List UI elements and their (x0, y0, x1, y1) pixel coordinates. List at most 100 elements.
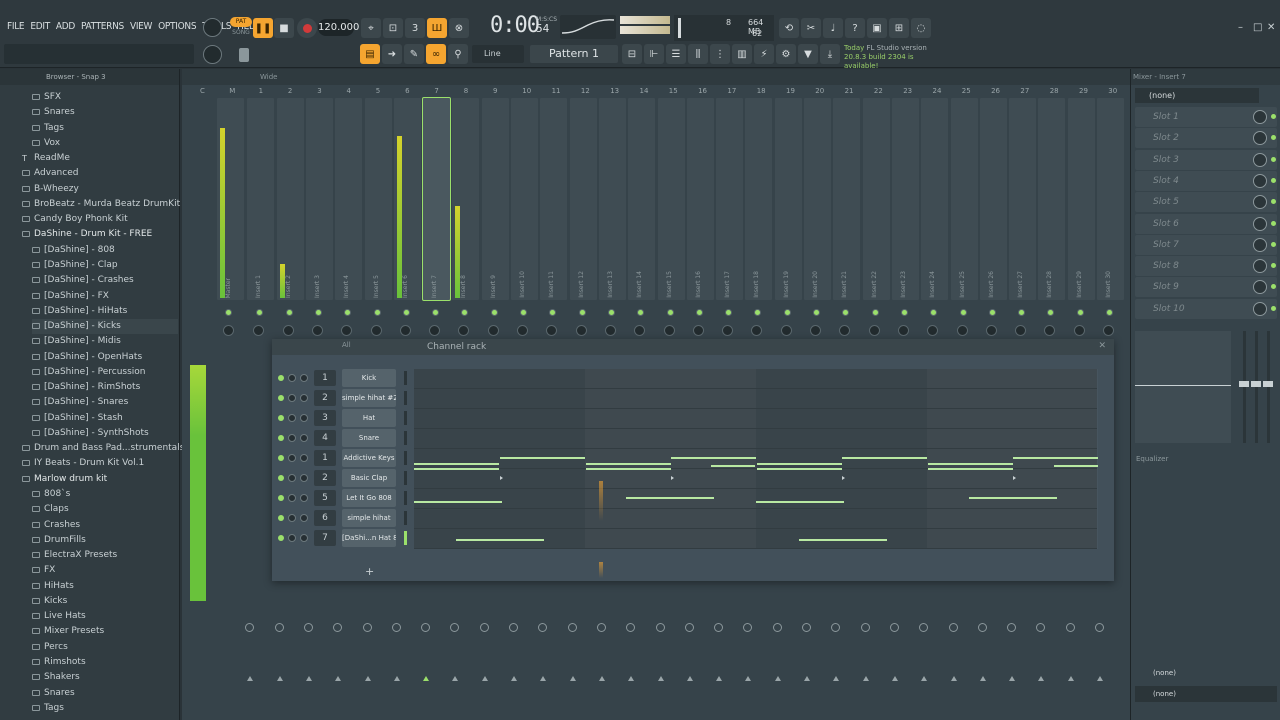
output-select-1[interactable]: (none) (1153, 669, 1176, 677)
note[interactable] (626, 497, 714, 499)
note[interactable] (928, 468, 1013, 470)
send-knob[interactable] (274, 623, 284, 632)
slot-mix-knob[interactable] (1253, 152, 1267, 167)
pan-knob[interactable] (461, 309, 469, 316)
channel-name-button[interactable]: simple hihat (342, 509, 396, 527)
mixer-strip[interactable]: Insert 19 (774, 98, 802, 300)
pan-knob[interactable] (549, 309, 557, 316)
browser-item[interactable]: T ReadMe (22, 151, 178, 166)
mixer-strip[interactable]: Insert 18 (745, 98, 773, 300)
pat-mode[interactable]: PAT (230, 17, 252, 27)
pan-knob[interactable] (578, 309, 586, 316)
pan-knob[interactable] (725, 309, 733, 316)
browser-item[interactable]: Drum and Bass Pad...strumentals.com) (22, 441, 210, 456)
channel-name-button[interactable]: simple hihat #2 (342, 389, 396, 407)
send-knob[interactable] (509, 623, 518, 632)
pencil-tool-icon[interactable]: ✎ (404, 44, 424, 64)
note[interactable] (414, 463, 499, 465)
browser-item[interactable]: Claps (32, 502, 178, 517)
slot-mix-knob[interactable] (1253, 216, 1267, 231)
channel-pan-knob[interactable] (288, 394, 296, 402)
channel-name-button[interactable]: [DaShi...n Hat 8 (342, 529, 396, 547)
master-volume-knob[interactable] (203, 18, 222, 37)
mixer-strip[interactable]: Insert 28 (1038, 98, 1066, 300)
pitch-slider[interactable] (239, 48, 249, 62)
pan-knob[interactable] (1018, 309, 1026, 316)
effect-slot[interactable]: Slot 8 (1135, 256, 1277, 277)
tempo-display[interactable]: 120.000 (318, 19, 359, 36)
pan-knob[interactable] (1106, 309, 1113, 316)
volume-knob[interactable] (1073, 325, 1085, 336)
channel-pan-knob[interactable] (288, 374, 296, 382)
volume-knob[interactable] (751, 325, 763, 336)
chat-icon[interactable]: ◌ (911, 18, 931, 38)
route-arrow-icon[interactable] (335, 676, 342, 681)
rack-close-icon[interactable]: ✕ (1098, 341, 1106, 351)
slot-mix-knob[interactable] (1253, 259, 1267, 274)
mixer-strip[interactable]: Insert 1 (247, 98, 275, 300)
step-edit-icon[interactable]: Ш (427, 18, 447, 38)
send-knob[interactable] (1065, 623, 1075, 632)
send-knob[interactable] (479, 623, 489, 632)
help-icon[interactable]: ? (845, 18, 865, 38)
send-knob[interactable] (919, 623, 929, 632)
route-arrow-icon[interactable] (686, 676, 693, 681)
volume-knob[interactable] (282, 325, 294, 336)
effect-slot[interactable]: Slot 5 (1135, 192, 1277, 213)
note[interactable] (500, 457, 585, 459)
browser-item[interactable]: Snares (32, 105, 178, 120)
slot-mix-knob[interactable] (1253, 237, 1267, 252)
browser-item[interactable]: IY Beats - Drum Kit Vol.1 (22, 456, 178, 471)
mixer-icon[interactable]: ⫼ (688, 44, 708, 64)
slot-enable-led[interactable] (1271, 241, 1276, 247)
mixer-strip[interactable]: Insert 10 (511, 98, 538, 300)
volume-knob[interactable] (722, 325, 734, 336)
route-arrow-icon[interactable] (745, 676, 752, 681)
mute-led[interactable] (278, 395, 284, 401)
channel-name-button[interactable]: Let It Go 808 (342, 489, 396, 507)
effect-slot[interactable]: Slot 9 (1135, 277, 1277, 298)
mixer-strip[interactable]: Insert 20 (804, 98, 831, 300)
send-knob[interactable] (977, 623, 987, 632)
note[interactable] (1054, 465, 1098, 467)
pan-knob[interactable] (1076, 309, 1084, 316)
pan-knob[interactable] (988, 309, 996, 316)
mixer-strip[interactable]: Insert 11 (540, 98, 568, 300)
slot-enable-led[interactable] (1271, 220, 1276, 226)
eq-fader-handle[interactable] (1239, 381, 1249, 387)
wait-input-icon[interactable]: ⊡ (383, 18, 403, 38)
send-knob[interactable] (567, 623, 577, 632)
channel-rack-icon[interactable]: ☰ (666, 44, 686, 64)
route-arrow-icon[interactable] (979, 676, 986, 681)
channel-piano-roll[interactable] (414, 369, 1098, 578)
volume-knob[interactable] (253, 325, 265, 336)
volume-knob[interactable] (604, 325, 616, 336)
route-arrow-icon[interactable] (276, 676, 283, 681)
channel-select-indicator[interactable] (404, 511, 407, 525)
plugin-icon[interactable]: ⊞ (889, 18, 909, 38)
pan-knob[interactable] (813, 309, 820, 316)
effect-slot[interactable]: Slot 4 (1135, 170, 1277, 191)
pan-knob[interactable] (314, 309, 322, 316)
menu-file[interactable]: FILE (4, 19, 27, 35)
news-panel[interactable]: Today FL Studio version 20.8.3 build 230… (840, 44, 950, 70)
channel-filter[interactable]: All (342, 341, 351, 349)
slot-enable-led[interactable] (1271, 263, 1276, 269)
snap-select[interactable]: Line (472, 45, 524, 63)
pan-knob[interactable] (959, 309, 967, 316)
plugin-picker-icon[interactable]: ⚙ (776, 44, 796, 64)
pan-knob[interactable] (754, 309, 762, 316)
route-arrow-icon[interactable] (1097, 676, 1103, 681)
send-knob[interactable] (626, 623, 636, 632)
send-knob[interactable] (303, 623, 313, 632)
slot-enable-led[interactable] (1271, 199, 1276, 205)
mute-led[interactable] (278, 535, 284, 541)
volume-knob[interactable] (311, 325, 323, 336)
route-arrow-icon[interactable] (804, 676, 810, 681)
send-knob[interactable] (391, 623, 401, 632)
channel-name-button[interactable]: Kick (342, 369, 396, 387)
browser-item[interactable]: [DaShine] - Snares (32, 395, 178, 410)
minimize-icon[interactable]: – (1238, 22, 1243, 33)
note[interactable] (586, 463, 671, 465)
pan-knob[interactable] (490, 309, 498, 316)
